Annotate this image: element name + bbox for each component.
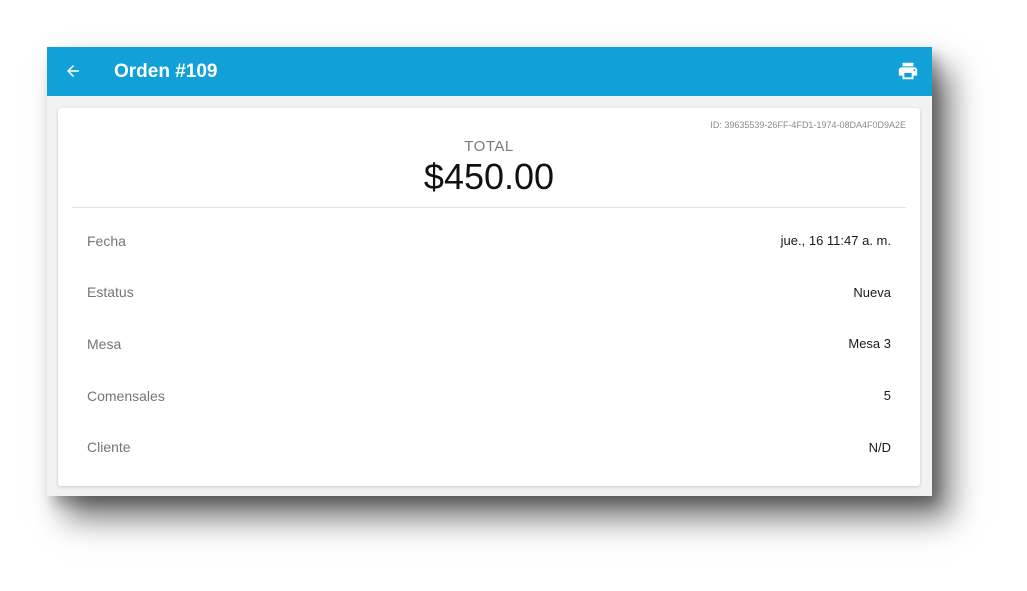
total-amount: $450.00 (423, 156, 555, 197)
detail-label: Mesa (87, 335, 122, 352)
detail-value: jue., 16 11:47 a. m. (780, 233, 891, 249)
app-window: Orden #109 ID: 39635539-26FF-4FD1-1974-0… (47, 47, 932, 496)
detail-label: Fecha (87, 232, 126, 249)
screenshot-canvas: Orden #109 ID: 39635539-26FF-4FD1-1974-0… (0, 0, 1027, 591)
order-details-list: Fecha jue., 16 11:47 a. m. Estatus Nueva… (58, 215, 920, 473)
detail-row-estatus: Estatus Nueva (58, 267, 920, 319)
order-card: ID: 39635539-26FF-4FD1-1974-08DA4F0D9A2E… (58, 108, 920, 486)
detail-row-cliente: Cliente N/D (58, 421, 920, 473)
page-title: Orden #109 (114, 61, 218, 82)
divider (72, 207, 906, 208)
detail-value: 5 (883, 388, 891, 404)
detail-value: Nueva (853, 284, 891, 300)
back-button[interactable] (61, 59, 85, 83)
detail-row-comensales: Comensales 5 (58, 370, 920, 422)
detail-row-mesa: Mesa Mesa 3 (58, 318, 920, 370)
detail-value: Mesa 3 (848, 336, 891, 352)
printer-icon (898, 62, 918, 80)
print-button[interactable] (896, 59, 920, 83)
detail-label: Comensales (87, 387, 165, 404)
detail-value: N/D (868, 439, 891, 455)
total-label: TOTAL (464, 138, 514, 155)
app-bar: Orden #109 (47, 47, 932, 96)
detail-label: Estatus (87, 284, 134, 301)
detail-label: Cliente (87, 439, 131, 456)
detail-row-fecha: Fecha jue., 16 11:47 a. m. (58, 215, 920, 267)
arrow-back-icon (67, 65, 79, 77)
order-id: ID: 39635539-26FF-4FD1-1974-08DA4F0D9A2E (710, 120, 906, 130)
